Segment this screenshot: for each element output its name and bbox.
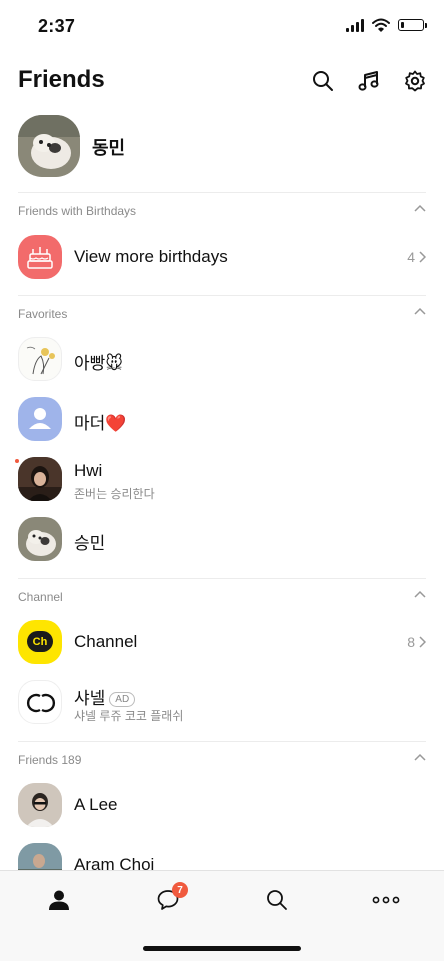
section-label: Channel (18, 590, 63, 604)
favorite-row[interactable]: Hwi 존버는 승리한다 (0, 457, 444, 501)
channel-item-row[interactable]: 샤넬 AD 샤넬 루쥬 코코 플래쉬 (0, 680, 444, 724)
chanel-logo (18, 680, 62, 724)
ad-badge: AD (109, 692, 136, 707)
avatar (18, 517, 62, 561)
channel-count-value: 8 (407, 634, 415, 650)
channel-item-name: 샤넬 (74, 689, 106, 708)
favorite-name: 마더❤️ (74, 414, 127, 433)
status-bar: 2:37 (0, 0, 444, 54)
search-button[interactable] (310, 68, 336, 94)
divider (18, 192, 426, 193)
birthday-cake-icon (18, 235, 62, 279)
channel-item-description: 샤넬 루쥬 코코 플래쉬 (74, 709, 184, 723)
section-label: Friends 189 (18, 753, 82, 767)
search-icon (313, 71, 333, 91)
favorite-row[interactable]: 승민 (0, 517, 444, 561)
friend-name: A Lee (74, 795, 118, 814)
more-dots-icon (372, 896, 400, 904)
settings-button[interactable] (402, 68, 428, 94)
music-note-icon (358, 71, 379, 91)
status-icons (346, 18, 427, 32)
friend-row[interactable]: A Lee (0, 783, 444, 827)
search-icon (267, 890, 287, 910)
avatar (18, 783, 62, 827)
tab-friends[interactable] (44, 885, 74, 915)
status-message: 존버는 승리한다 (74, 487, 155, 501)
header-actions (310, 68, 428, 94)
chevron-up-icon[interactable] (414, 307, 426, 315)
music-button[interactable] (356, 68, 382, 94)
channel-logo-icon: Ch (18, 620, 62, 664)
tab-search[interactable] (262, 885, 292, 915)
channel-row[interactable]: Ch Channel 8 (0, 620, 444, 664)
favorite-row[interactable]: 아빵🐭 (0, 337, 444, 381)
divider (18, 741, 426, 742)
tab-more[interactable] (371, 885, 401, 915)
unread-chat-badge: 7 (172, 882, 188, 898)
chevron-right-icon (419, 636, 426, 648)
header: Friends (0, 60, 444, 104)
divider (18, 295, 426, 296)
favorite-row[interactable]: 마더❤️ (0, 397, 444, 441)
profile-avatar[interactable] (18, 115, 80, 177)
page-title: Friends (18, 66, 105, 93)
section-label: Friends with Birthdays (18, 204, 137, 218)
home-indicator (143, 946, 301, 951)
section-header-favorites[interactable]: Favorites (18, 305, 426, 325)
chevron-up-icon[interactable] (414, 204, 426, 212)
chevron-up-icon[interactable] (414, 590, 426, 598)
cellular-signal-icon (346, 18, 364, 32)
favorite-name: 승민 (74, 534, 106, 553)
section-header-channel[interactable]: Channel (18, 588, 426, 608)
default-avatar (18, 397, 62, 441)
channel-count: 8 (407, 634, 426, 650)
section-label: Favorites (18, 307, 68, 321)
favorite-name: Hwi (74, 461, 103, 480)
channel-label: Channel (74, 632, 138, 651)
chevron-up-icon[interactable] (414, 753, 426, 761)
wifi-icon (372, 18, 390, 32)
section-header-birthdays[interactable]: Friends with Birthdays (18, 202, 426, 222)
channel-item-title: 샤넬 AD (74, 684, 136, 709)
new-update-dot (15, 459, 19, 463)
person-icon (49, 890, 69, 910)
status-time: 2:37 (38, 16, 76, 36)
gear-icon (405, 70, 425, 92)
view-more-birthdays-label: View more birthdays (74, 247, 228, 266)
person-icon (29, 408, 51, 429)
channel-logo-text: Ch (27, 631, 53, 652)
section-header-friends[interactable]: Friends 189 (18, 751, 426, 771)
chevron-right-icon (419, 251, 426, 263)
divider (18, 578, 426, 579)
avatar (18, 457, 62, 501)
birthday-count: 4 (407, 249, 426, 265)
battery-icon (398, 19, 427, 31)
view-more-birthdays-row[interactable]: View more birthdays 4 (0, 235, 444, 279)
my-profile-row[interactable]: 동민 (0, 114, 444, 178)
birthday-count-value: 4 (407, 249, 415, 265)
profile-name: 동민 (92, 138, 126, 158)
chanel-cc-logo (27, 693, 55, 713)
avatar (18, 337, 62, 381)
favorite-name: 아빵🐭 (74, 354, 124, 373)
